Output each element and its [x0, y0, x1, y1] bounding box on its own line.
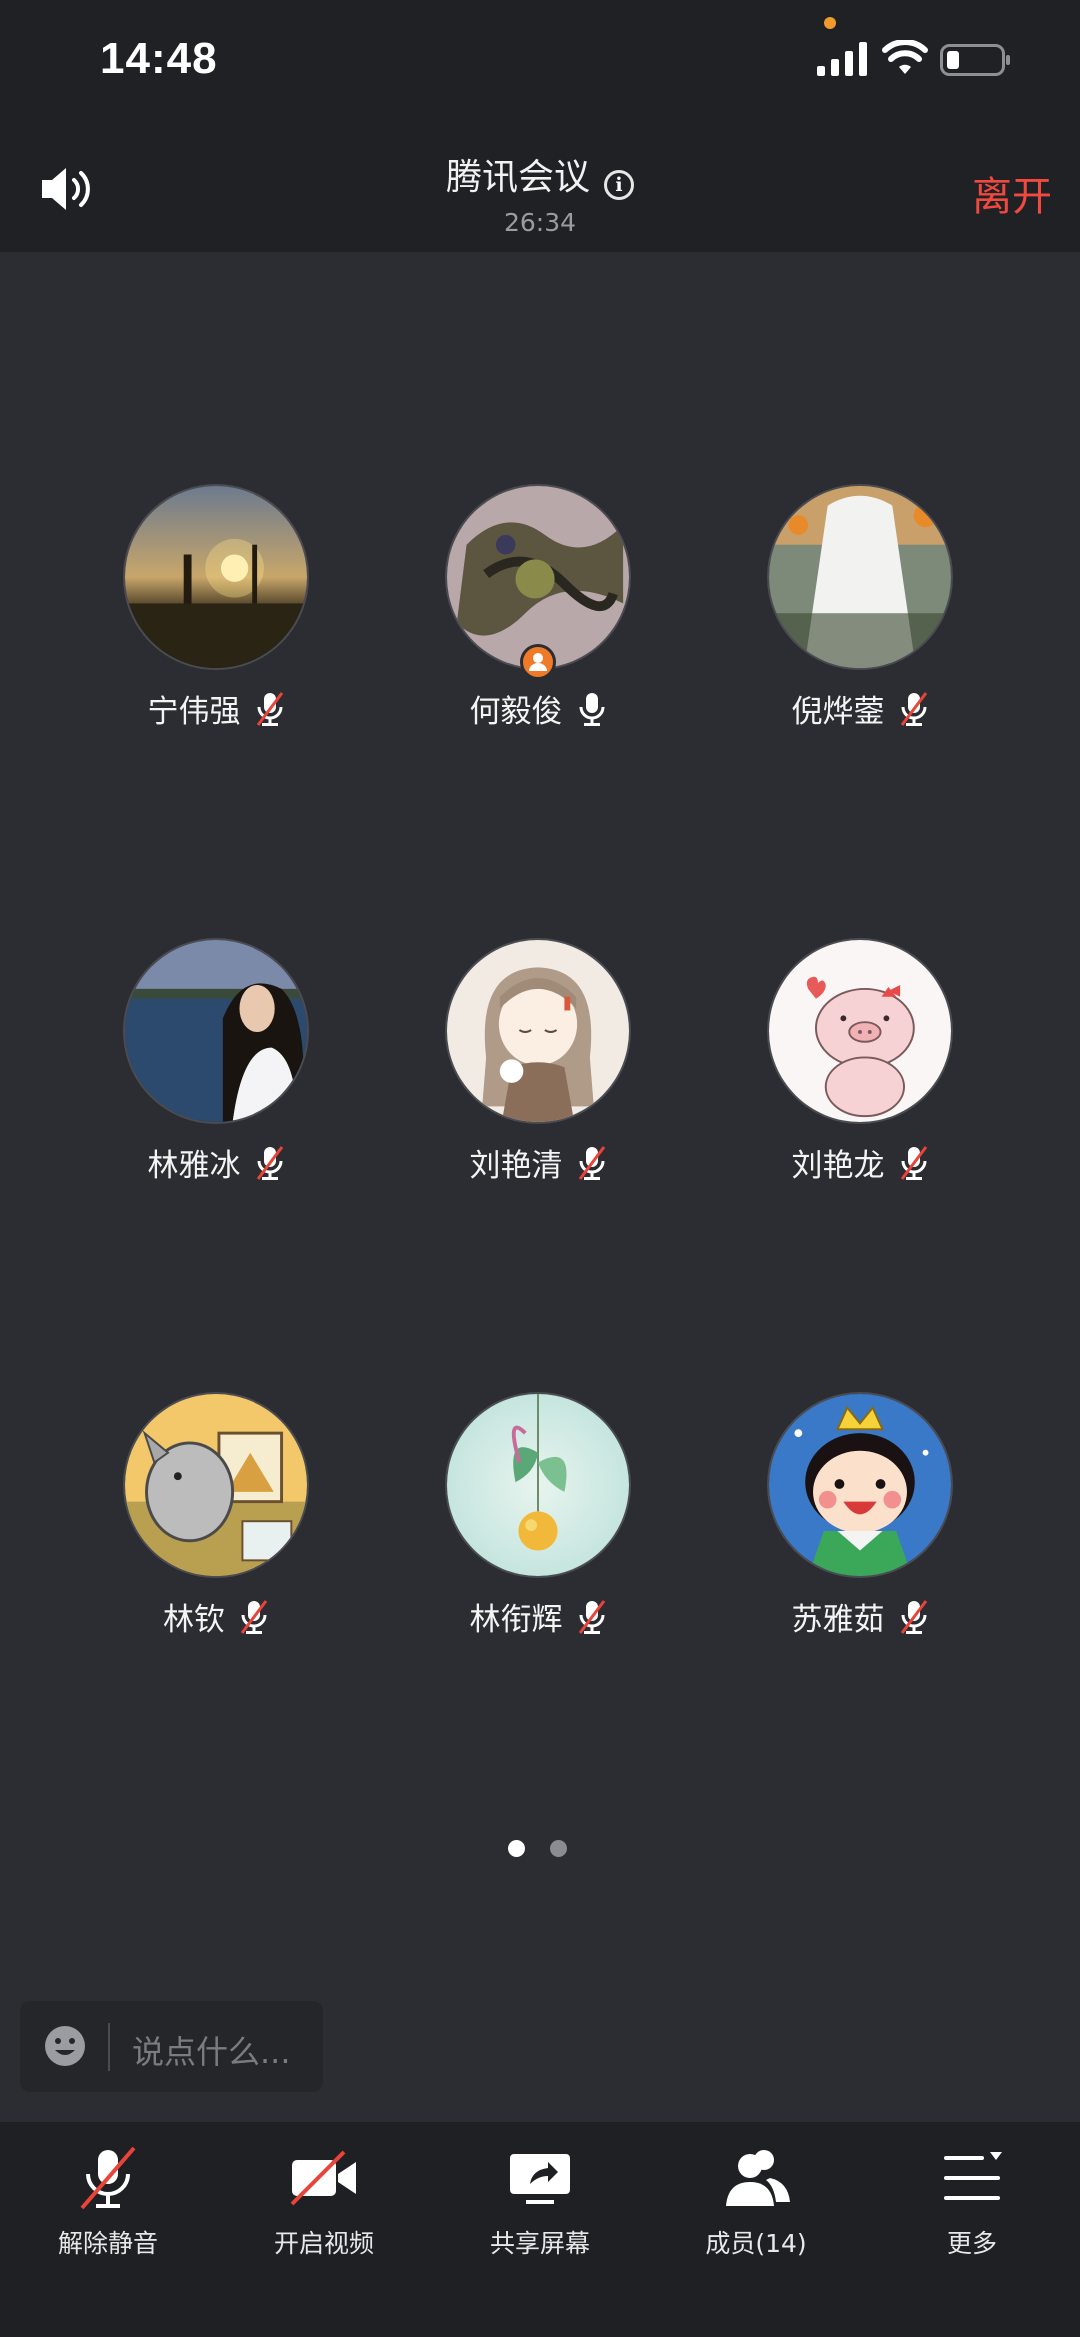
- participant-avatar: [123, 484, 309, 670]
- mic-on-icon: [579, 692, 604, 726]
- status-bar: 14:48: [0, 0, 1080, 120]
- participant-name-row: 苏雅茹: [674, 1594, 1046, 1639]
- participant-name-row: 何毅俊: [352, 686, 724, 731]
- mic-muted-icon: [900, 1599, 927, 1634]
- mic-muted-icon: [578, 1145, 605, 1180]
- share-screen-label: 共享屏幕: [489, 2229, 590, 2258]
- participant-tile[interactable]: 宁伟强: [30, 484, 390, 730]
- participant-avatar: [445, 484, 631, 670]
- participant-name: 倪烨蓥: [791, 694, 885, 730]
- participant-avatar: [445, 938, 631, 1124]
- more-label: 更多: [946, 2229, 997, 2258]
- participant-tile[interactable]: 刘艳龙: [674, 938, 1034, 1184]
- participant-name: 刘艳清: [469, 1148, 563, 1184]
- participant-tile[interactable]: 林钦: [30, 1392, 390, 1638]
- participant-name-row: 林衔辉: [352, 1594, 724, 1639]
- participant-name-row: 林雅冰: [30, 1140, 402, 1185]
- participant-name: 林雅冰: [147, 1148, 241, 1184]
- participant-name: 刘艳龙: [791, 1148, 885, 1184]
- mic-muted-icon: [578, 1599, 605, 1634]
- cellular-signal-icon: [817, 42, 867, 76]
- members-label: 成员(14): [705, 2229, 807, 2258]
- participant-tile[interactable]: 林雅冰: [30, 938, 390, 1184]
- participant-tile[interactable]: 林衔辉: [352, 1392, 712, 1638]
- wifi-icon: [882, 40, 928, 74]
- participant-avatar: [767, 1392, 953, 1578]
- participant-tile[interactable]: 苏雅茹: [674, 1392, 1034, 1638]
- chat-placeholder[interactable]: 说点什么...: [132, 2027, 291, 2073]
- participant-name-row: 倪烨蓥: [674, 686, 1046, 731]
- mic-muted-icon: [256, 1145, 283, 1180]
- participant-grid: 宁伟强 何毅俊 倪烨蓥 林雅冰 刘艳清 刘艳龙 林钦 林衔辉 苏雅茹: [0, 252, 1080, 1832]
- participant-name-row: 刘艳清: [352, 1140, 724, 1185]
- members-icon: [726, 2150, 790, 2206]
- chat-input[interactable]: 说点什么...: [20, 2001, 323, 2092]
- bottom-toolbar: 解除静音 开启视频 共享屏幕 成员(14) 更多: [0, 2122, 1080, 2337]
- members-button[interactable]: 成员(14): [648, 2142, 864, 2272]
- status-time: 14:48: [100, 34, 218, 83]
- page-dot-active[interactable]: [508, 1840, 525, 1857]
- video-off-icon: [290, 2150, 356, 2206]
- participant-tile[interactable]: 倪烨蓥: [674, 484, 1034, 730]
- leave-button[interactable]: 离开: [972, 164, 1052, 222]
- more-icon: [944, 2152, 1002, 2200]
- unmute-label: 解除静音: [57, 2229, 158, 2258]
- chat-divider: [108, 2023, 110, 2071]
- host-badge-icon: [520, 644, 556, 680]
- mic-muted-icon: [900, 691, 927, 726]
- participant-avatar: [767, 484, 953, 670]
- start-video-label: 开启视频: [273, 2229, 374, 2258]
- meeting-title: 腾讯会议: [445, 157, 590, 198]
- participant-avatar: [123, 938, 309, 1124]
- meeting-header: 腾讯会议 i 26:34 离开: [0, 120, 1080, 252]
- more-button[interactable]: 更多: [864, 2142, 1080, 2272]
- emoji-icon[interactable]: [44, 2025, 86, 2067]
- participant-avatar: [767, 938, 953, 1124]
- privacy-indicator-dot: [824, 17, 836, 29]
- participant-name: 宁伟强: [147, 694, 241, 730]
- battery-icon: [940, 44, 1010, 76]
- page-indicator[interactable]: [508, 1840, 578, 1860]
- mic-muted-icon: [900, 1145, 927, 1180]
- page-dot[interactable]: [550, 1840, 567, 1857]
- info-icon[interactable]: i: [604, 169, 634, 200]
- mic-muted-icon: [240, 1599, 268, 1634]
- meeting-duration: 26:34: [503, 208, 577, 237]
- participant-name-row: 刘艳龙: [674, 1140, 1046, 1185]
- unmute-button[interactable]: 解除静音: [0, 2142, 216, 2272]
- start-video-button[interactable]: 开启视频: [216, 2142, 432, 2272]
- participant-name: 苏雅茹: [791, 1602, 885, 1638]
- participant-tile[interactable]: 刘艳清: [352, 938, 712, 1184]
- participant-tile[interactable]: 何毅俊: [352, 484, 712, 730]
- share-screen-icon: [510, 2154, 570, 2204]
- mic-muted-icon: [256, 691, 283, 726]
- participant-name: 林衔辉: [469, 1602, 563, 1638]
- meeting-title-group[interactable]: 腾讯会议 i: [0, 148, 1080, 200]
- participant-avatar: [123, 1392, 309, 1578]
- participant-name: 林钦: [163, 1602, 225, 1638]
- participant-name-row: 林钦: [30, 1594, 402, 1639]
- participant-name: 何毅俊: [469, 694, 563, 730]
- share-screen-button[interactable]: 共享屏幕: [432, 2142, 648, 2272]
- participant-name-row: 宁伟强: [30, 686, 402, 731]
- participant-avatar: [445, 1392, 631, 1578]
- mic-muted-icon: [80, 2146, 136, 2210]
